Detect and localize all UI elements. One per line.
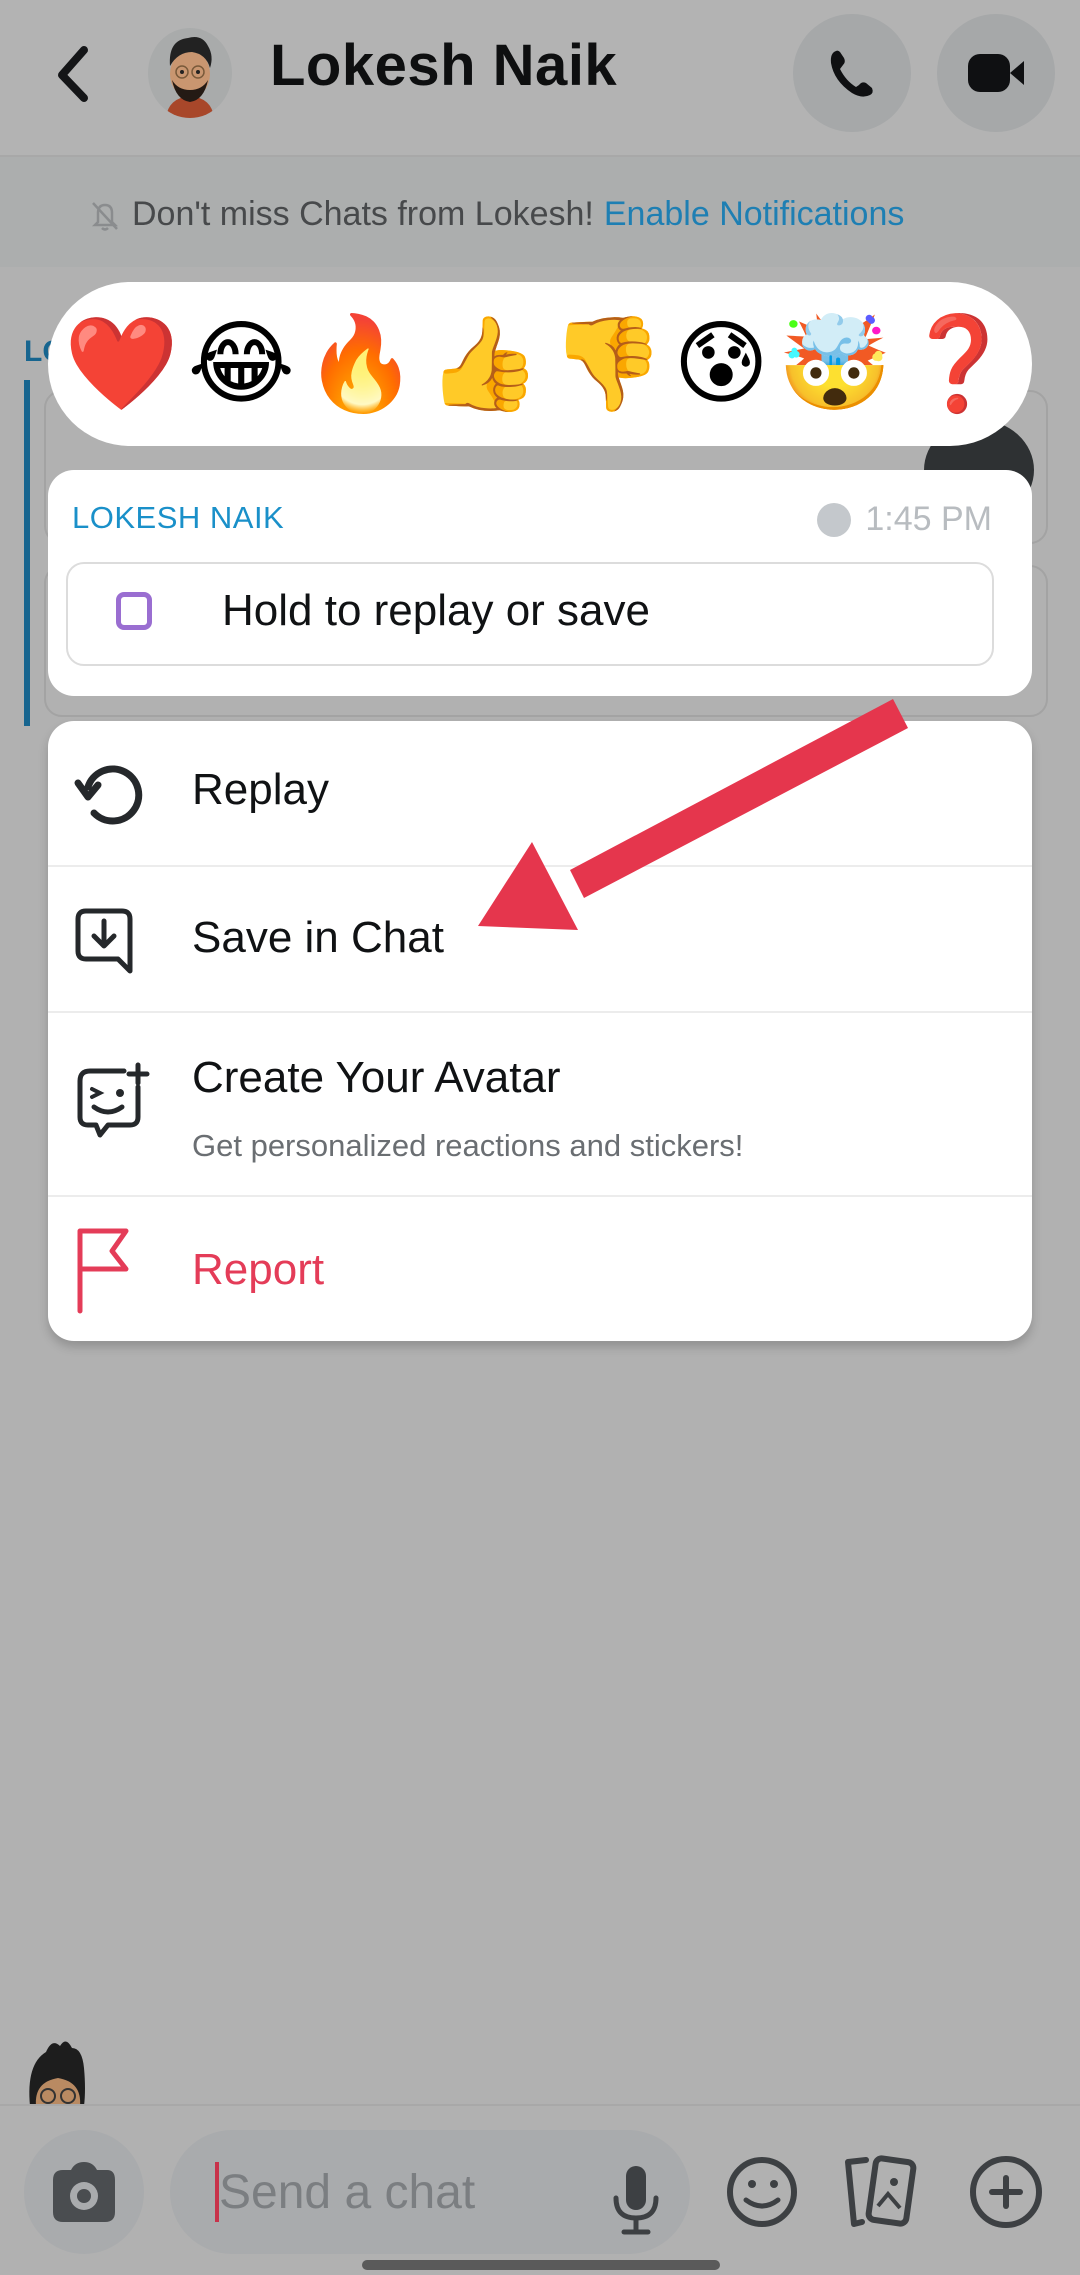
reaction-thumbs-up[interactable]: 👍 [427, 318, 542, 410]
menu-item-create-avatar[interactable]: Create Your Avatar Get personalized reac… [48, 1013, 1032, 1197]
chat-input[interactable] [219, 2164, 579, 2220]
reaction-thumbs-down[interactable]: 👎 [550, 318, 665, 410]
smiley-sticker-icon [727, 2157, 797, 2227]
enable-notifications-link[interactable]: Enable Notifications [604, 195, 905, 234]
message-sender: LOKESH NAIK [72, 500, 285, 535]
bitmoji-peek-icon [29, 2041, 85, 2106]
menu-item-replay[interactable]: Replay [48, 721, 1032, 867]
reaction-bar: ❤️ 😂 🔥 👍 👎 😰 🤯 ❓ [48, 282, 1032, 446]
phone-icon [830, 50, 873, 97]
menu-label: Replay [192, 765, 329, 814]
back-button[interactable] [44, 38, 104, 108]
menu-label: Report [192, 1245, 325, 1294]
reaction-tears-of-joy[interactable]: 😂 [188, 318, 296, 410]
message-timestamp: 1:45 PM [817, 500, 992, 539]
camera-icon [53, 2162, 115, 2222]
reaction-question-mark[interactable]: ❓ [901, 318, 1016, 410]
create-avatar-icon [77, 1062, 150, 1138]
reaction-anxious-sweat[interactable]: 😰 [673, 318, 769, 410]
video-call-button[interactable] [937, 14, 1055, 132]
snap-indicator-icon [116, 592, 152, 630]
bell-off-icon [91, 201, 119, 231]
video-camera-icon [968, 54, 1024, 92]
bitmoji-avatar-icon [166, 37, 214, 118]
menu-label: Save in Chat [192, 913, 444, 962]
status-dot-icon [817, 502, 852, 537]
message-time: 1:45 PM [865, 500, 992, 538]
save-in-chat-icon [75, 908, 133, 974]
message-bubble[interactable]: Hold to replay or save [66, 562, 994, 666]
message-action-menu: Replay Save in Chat Create Your Avatar G… [48, 721, 1032, 1341]
notification-text: Don't miss Chats from Lokesh! [132, 195, 594, 233]
chevron-left-icon [58, 46, 88, 102]
camera-button[interactable] [24, 2130, 144, 2254]
message-preview-card: LOKESH NAIK 1:45 PM Hold to replay or sa… [48, 470, 1032, 696]
home-indicator[interactable] [362, 2260, 720, 2270]
memories-button[interactable] [840, 2150, 920, 2234]
plus-circle-icon [970, 2156, 1042, 2228]
menu-item-report[interactable]: Report [48, 1197, 1032, 1341]
menu-item-save-in-chat[interactable]: Save in Chat [48, 867, 1032, 1013]
reaction-exploding-head[interactable]: 🤯 [778, 318, 893, 410]
stickers-button[interactable] [722, 2150, 802, 2234]
reaction-heart[interactable]: ❤️ [64, 318, 179, 410]
replay-icon [74, 765, 143, 825]
message-text: Hold to replay or save [222, 586, 650, 635]
background-message-thread-line [24, 380, 30, 726]
notification-prompt: Don't miss Chats from Lokesh! Enable Not… [88, 195, 904, 234]
friend-bitmoji-peek [16, 2034, 112, 2106]
memories-cards-icon [845, 2155, 917, 2227]
avatar[interactable] [148, 28, 232, 118]
contact-name[interactable]: Lokesh Naik [270, 32, 617, 99]
menu-sublabel: Get personalized reactions and stickers! [192, 1128, 744, 1163]
more-options-button[interactable] [966, 2150, 1046, 2234]
reaction-fire[interactable]: 🔥 [304, 318, 419, 410]
menu-label: Create Your Avatar [192, 1053, 561, 1102]
voice-call-button[interactable] [793, 14, 911, 132]
microphone-icon [613, 2166, 659, 2235]
voice-note-button[interactable] [606, 2160, 666, 2240]
flag-icon [77, 1228, 129, 1314]
